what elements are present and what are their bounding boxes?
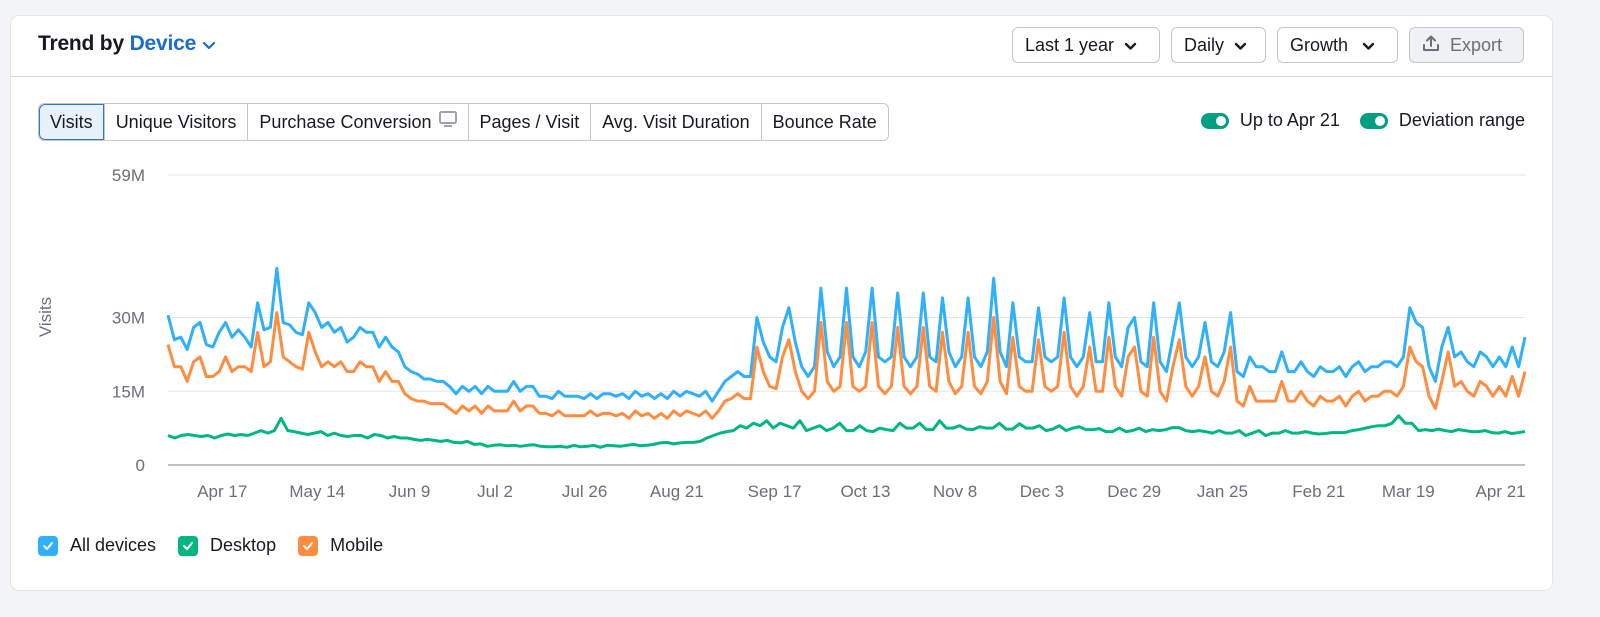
legend-item-all-devices[interactable]: All devices bbox=[38, 535, 156, 556]
x-tick-label: Jul 26 bbox=[562, 482, 607, 501]
y-axis-label: Visits bbox=[36, 297, 55, 337]
x-tick-label: Oct 13 bbox=[840, 482, 890, 501]
series-line-desktop[interactable] bbox=[167, 414, 1526, 449]
legend-item-desktop[interactable]: Desktop bbox=[178, 535, 276, 556]
x-axis-ticks: Apr 17 May 14 Jun 9 Jul 2 Jul 26 Aug 21 Sep 17… bbox=[197, 482, 1525, 501]
y-tick-label: 0 bbox=[136, 456, 145, 475]
grid-lines bbox=[168, 174, 1525, 466]
x-tick-label: May 14 bbox=[289, 482, 345, 501]
trend-card: Trend by Device Last 1 year Daily Growth… bbox=[11, 16, 1552, 590]
checkbox-checked-icon[interactable] bbox=[178, 535, 199, 556]
series-line-mobile[interactable] bbox=[166, 311, 1527, 420]
checkbox-checked-icon[interactable] bbox=[298, 535, 319, 556]
x-tick-label: Mar 19 bbox=[1382, 482, 1435, 501]
x-tick-label: Dec 29 bbox=[1107, 482, 1161, 501]
y-tick-label: 59M bbox=[112, 166, 145, 185]
visits-chart[interactable]: 0 15M 30M 59M Visits Apr 17 May 14 Jun 9 Jul 2… bbox=[11, 16, 1552, 590]
y-tick-label: 15M bbox=[112, 382, 145, 401]
x-tick-label: Jul 2 bbox=[477, 482, 513, 501]
legend-label: Desktop bbox=[210, 535, 277, 555]
legend-label: Mobile bbox=[330, 535, 384, 555]
chart-legend: All devices Desktop Mobile bbox=[38, 535, 383, 556]
x-tick-label: Feb 21 bbox=[1292, 482, 1345, 501]
x-tick-label: Sep 17 bbox=[748, 482, 802, 501]
x-tick-label: Nov 8 bbox=[933, 482, 977, 501]
legend-item-mobile[interactable]: Mobile bbox=[298, 535, 383, 556]
y-axis-ticks: 0 15M 30M 59M bbox=[112, 166, 145, 475]
series-lines bbox=[166, 266, 1527, 449]
x-tick-label: Jun 9 bbox=[389, 482, 431, 501]
x-tick-label: Aug 21 bbox=[650, 482, 704, 501]
x-tick-label: Apr 21 bbox=[1476, 482, 1526, 501]
x-tick-label: Jan 25 bbox=[1197, 482, 1248, 501]
y-tick-label: 30M bbox=[112, 309, 145, 328]
legend-label: All devices bbox=[70, 535, 157, 555]
x-tick-label: Apr 17 bbox=[197, 482, 247, 501]
x-tick-label: Dec 3 bbox=[1020, 482, 1064, 501]
checkbox-checked-icon[interactable] bbox=[38, 535, 58, 556]
